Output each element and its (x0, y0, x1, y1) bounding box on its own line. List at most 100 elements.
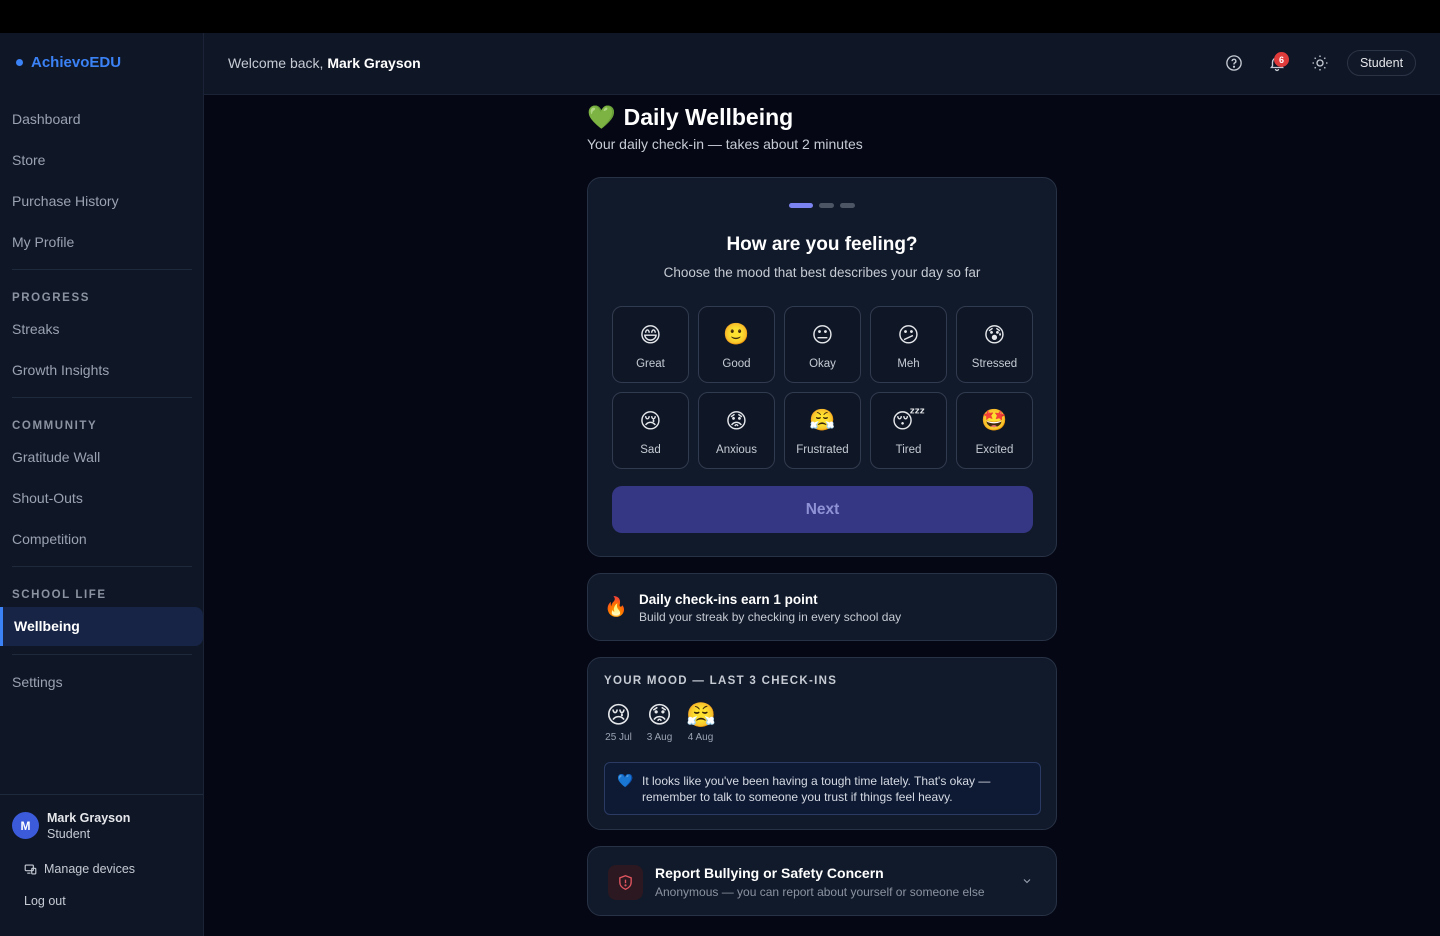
sidebar-divider (12, 654, 192, 655)
support-message-box: 💙 It looks like you've been having a tou… (604, 762, 1041, 815)
sidebar-divider (12, 397, 192, 398)
mood-label: Frustrated (796, 444, 849, 456)
window-top-strip (0, 0, 1440, 33)
notification-count-badge: 6 (1274, 52, 1289, 67)
sidebar-section-community: COMMUNITY (12, 420, 98, 432)
mood-option-great[interactable]: 😄 Great (612, 306, 689, 383)
mood-history-entry: 😢 25 Jul (604, 700, 633, 743)
mood-history-entry: 😟 3 Aug (645, 700, 674, 743)
page-title-text: Daily Wellbeing (623, 104, 794, 130)
mood-label: Good (722, 358, 751, 370)
sun-icon[interactable] (1311, 54, 1329, 72)
mood-history-date: 25 Jul (605, 732, 632, 743)
mood-label: Tired (895, 444, 922, 456)
help-icon[interactable] (1225, 54, 1243, 72)
mood-question: How are you feeling? (726, 234, 918, 255)
sidebar-item-purchase-history[interactable]: Purchase History (12, 193, 119, 209)
neutral-face-icon: 😐 (811, 324, 834, 347)
points-subtitle: Build your streak by checking in every s… (639, 610, 902, 624)
sidebar-item-growth-insights[interactable]: Growth Insights (12, 362, 109, 378)
worried-face-icon: 😟 (725, 410, 748, 433)
green-heart-icon: 💚 (587, 104, 616, 130)
sidebar-item-shout-outs[interactable]: Shout-Outs (12, 490, 83, 506)
sidebar-item-streaks[interactable]: Streaks (12, 321, 59, 337)
mood-option-anxious[interactable]: 😟 Anxious (698, 392, 775, 469)
mood-options: 😄 Great 🙂 Good 😐 Okay 😕 Meh 😰 Stressed 😢 Sad 😟… (612, 306, 1033, 469)
sidebar-divider (12, 566, 192, 567)
mood-option-sad[interactable]: 😢 Sad (612, 392, 689, 469)
shield-icon (608, 865, 643, 900)
brand-name: AchievoEDU (31, 54, 122, 71)
mood-history-date: 3 Aug (646, 732, 673, 743)
mood-hint: Choose the mood that best describes your… (663, 265, 981, 280)
points-info-card: 🔥 Daily check-ins earn 1 point Build you… (587, 573, 1057, 641)
sidebar-item-wellbeing[interactable]: Wellbeing (0, 607, 203, 646)
mood-option-frustrated[interactable]: 😤 Frustrated (784, 392, 861, 469)
brand-dot-icon (16, 59, 23, 66)
sidebar-item-settings[interactable]: Settings (12, 674, 63, 690)
welcome-prefix: Welcome back, (228, 55, 324, 71)
sidebar-item-label: Wellbeing (14, 618, 80, 634)
app: AchievoEDU Dashboard Store Purchase Hist… (0, 33, 1440, 936)
crying-face-icon: 😢 (639, 410, 662, 433)
mood-option-good[interactable]: 🙂 Good (698, 306, 775, 383)
manage-devices-link[interactable]: Manage devices (24, 862, 135, 876)
mood-history-card: YOUR MOOD — LAST 3 CHECK-INS 😢 25 Jul 😟 … (587, 657, 1057, 830)
confused-face-icon: 😕 (897, 324, 920, 347)
mood-label: Great (636, 358, 665, 370)
step-dot (819, 203, 834, 208)
fire-icon: 🔥 (604, 597, 628, 618)
smiling-face-icon: 🙂 (723, 323, 750, 346)
steam-face-icon: 😤 (809, 409, 836, 432)
mood-label: Anxious (716, 444, 757, 456)
mood-label: Stressed (971, 358, 1018, 370)
sidebar-footer-divider (0, 794, 203, 795)
report-subtitle: Anonymous — you can report about yoursel… (655, 885, 985, 899)
devices-icon (24, 863, 37, 875)
crying-face-icon: 😢 (605, 702, 632, 729)
sidebar-item-dashboard[interactable]: Dashboard (12, 111, 81, 127)
report-title: Report Bullying or Safety Concern (655, 865, 884, 881)
anxious-sweat-face-icon: 😰 (983, 324, 1006, 347)
steam-face-icon: 😤 (686, 702, 716, 729)
report-concern-card[interactable]: Report Bullying or Safety Concern Anonym… (587, 846, 1057, 916)
step-dot-active (789, 203, 813, 208)
mood-option-okay[interactable]: 😐 Okay (784, 306, 861, 383)
mood-option-tired[interactable]: 😴 Tired (870, 392, 947, 469)
points-title: Daily check-ins earn 1 point (639, 592, 818, 607)
mood-history-date: 4 Aug (687, 732, 714, 743)
blue-heart-icon: 💙 (617, 773, 634, 788)
chevron-down-icon[interactable] (1021, 875, 1033, 887)
mood-history-list: 😢 25 Jul 😟 3 Aug 😤 4 Aug (604, 700, 716, 743)
sidebar-item-store[interactable]: Store (12, 152, 45, 168)
sidebar-item-gratitude-wall[interactable]: Gratitude Wall (12, 449, 100, 465)
user-name: Mark Grayson (47, 811, 131, 825)
brand-logo[interactable]: AchievoEDU (16, 54, 121, 71)
support-message: It looks like you've been having a tough… (642, 774, 991, 804)
page-title: 💚 Daily Wellbeing (587, 104, 793, 131)
role-switch-button[interactable]: Student (1347, 50, 1416, 76)
page-subtitle: Your daily check-in — takes about 2 minu… (587, 136, 863, 152)
logout-link[interactable]: Log out (24, 894, 66, 908)
welcome-message: Welcome back, Mark Grayson (228, 55, 421, 71)
star-struck-face-icon: 🤩 (981, 409, 1008, 432)
step-dot (840, 203, 855, 208)
sidebar-item-my-profile[interactable]: My Profile (12, 234, 74, 250)
next-button[interactable]: Next (612, 486, 1033, 533)
grinning-face-icon: 😄 (639, 324, 662, 347)
mood-history-title: YOUR MOOD — LAST 3 CHECK-INS (604, 675, 838, 687)
mood-option-excited[interactable]: 🤩 Excited (956, 392, 1033, 469)
sidebar: AchievoEDU Dashboard Store Purchase Hist… (0, 33, 204, 936)
sidebar-section-progress: PROGRESS (12, 292, 90, 304)
mood-label: Sad (640, 444, 661, 456)
mood-option-stressed[interactable]: 😰 Stressed (956, 306, 1033, 383)
mood-label: Meh (897, 358, 920, 370)
sidebar-item-competition[interactable]: Competition (12, 531, 87, 547)
mood-history-entry: 😤 4 Aug (686, 700, 716, 743)
mood-option-meh[interactable]: 😕 Meh (870, 306, 947, 383)
mood-label: Excited (975, 444, 1014, 456)
sleeping-face-icon: 😴 (891, 410, 926, 433)
mood-checkin-card: How are you feeling? Choose the mood tha… (587, 177, 1057, 557)
avatar: M (12, 812, 39, 839)
welcome-user-name: Mark Grayson (327, 55, 421, 71)
